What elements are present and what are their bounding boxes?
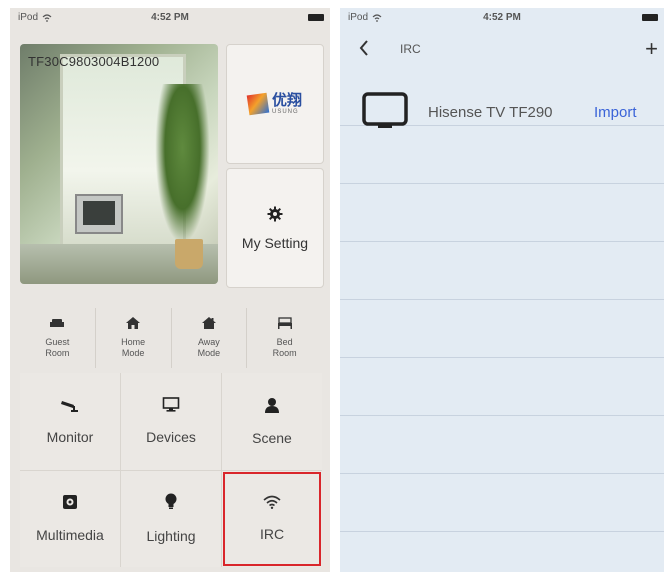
brand-logo-tile: 优翔 USUNG <box>226 44 324 164</box>
camera-icon <box>61 398 79 417</box>
status-bar: iPod 4:52 PM <box>340 8 664 28</box>
brand-logo-cn: 优翔 <box>271 92 302 109</box>
gear-icon <box>267 206 283 227</box>
home-screen: iPod 4:52 PM TF30C9803004B1200 优翔 USUNG <box>10 8 330 572</box>
photo-plant <box>155 84 210 244</box>
my-setting-button[interactable]: My Setting <box>226 168 324 288</box>
status-time: 4:52 PM <box>483 12 521 23</box>
chevron-left-icon <box>359 39 369 61</box>
irc-button[interactable]: IRC <box>222 470 322 567</box>
page-title: IRC <box>400 42 421 56</box>
monitor-button[interactable]: Monitor <box>20 373 120 470</box>
function-grid: Monitor Devices Scene Multimedia Lightin… <box>20 373 322 567</box>
battery-icon <box>308 14 324 21</box>
import-button[interactable]: Import <box>594 104 637 121</box>
grid-label: Monitor <box>46 428 94 445</box>
sofa-icon <box>50 316 65 334</box>
grid-label: Scene <box>252 429 292 446</box>
nav-bar: IRC + <box>340 32 664 68</box>
grid-label: Multimedia <box>36 527 104 544</box>
grid-label: Devices <box>146 429 196 446</box>
mode-label: Home Mode <box>121 337 146 358</box>
back-button[interactable] <box>354 38 374 62</box>
mode-label: Bed Room <box>272 337 297 358</box>
photo-tv <box>75 194 123 234</box>
room-camera-image[interactable]: TF30C9803004B1200 <box>20 44 218 284</box>
my-setting-label: My Setting <box>241 234 309 251</box>
brand-logo-en: USUNG <box>271 109 299 115</box>
mode-label: Guest Room <box>45 337 70 358</box>
lighting-button[interactable]: Lighting <box>121 470 221 567</box>
brand-logo-icon <box>246 92 270 116</box>
bulb-icon <box>164 493 178 516</box>
device-id: TF30C9803004B1200 <box>28 54 160 69</box>
mode-label: Away Mode <box>197 337 221 358</box>
media-icon <box>62 494 78 515</box>
grid-label: Lighting <box>146 528 196 545</box>
devices-button[interactable]: Devices <box>121 373 221 470</box>
mode-home[interactable]: Home Mode <box>96 308 172 368</box>
mode-away[interactable]: Away Mode <box>172 308 248 368</box>
wifi-icon <box>263 495 281 514</box>
monitor-icon <box>162 397 180 417</box>
irc-screen: iPod 4:52 PM IRC + Hisense TV TF290 Impo… <box>340 8 664 572</box>
house-away-icon <box>201 316 216 334</box>
add-device-button[interactable]: + <box>645 36 658 62</box>
status-bar: iPod 4:52 PM <box>10 8 330 28</box>
bed-icon <box>277 316 292 334</box>
list-item[interactable]: Hisense TV TF290 Import <box>340 92 664 132</box>
ir-device-list: Hisense TV TF290 Import <box>340 68 664 572</box>
person-icon <box>264 397 280 418</box>
brand-logo-text: 优翔 USUNG <box>271 92 302 116</box>
device-name: Hisense TV TF290 <box>428 104 553 121</box>
mode-guest-room[interactable]: Guest Room <box>20 308 96 368</box>
brand-logo: 优翔 USUNG <box>246 92 302 116</box>
photo-pot <box>175 239 203 269</box>
scene-mode-bar: Guest Room Home Mode Away Mode Bed Room <box>20 308 322 368</box>
grid-label: IRC <box>259 526 285 543</box>
home-icon <box>126 316 141 334</box>
scene-button[interactable]: Scene <box>222 373 322 470</box>
status-time: 4:52 PM <box>151 12 189 23</box>
multimedia-button[interactable]: Multimedia <box>20 470 120 567</box>
mode-bed-room[interactable]: Bed Room <box>247 308 322 368</box>
tv-icon <box>362 92 408 135</box>
battery-icon <box>642 14 658 21</box>
